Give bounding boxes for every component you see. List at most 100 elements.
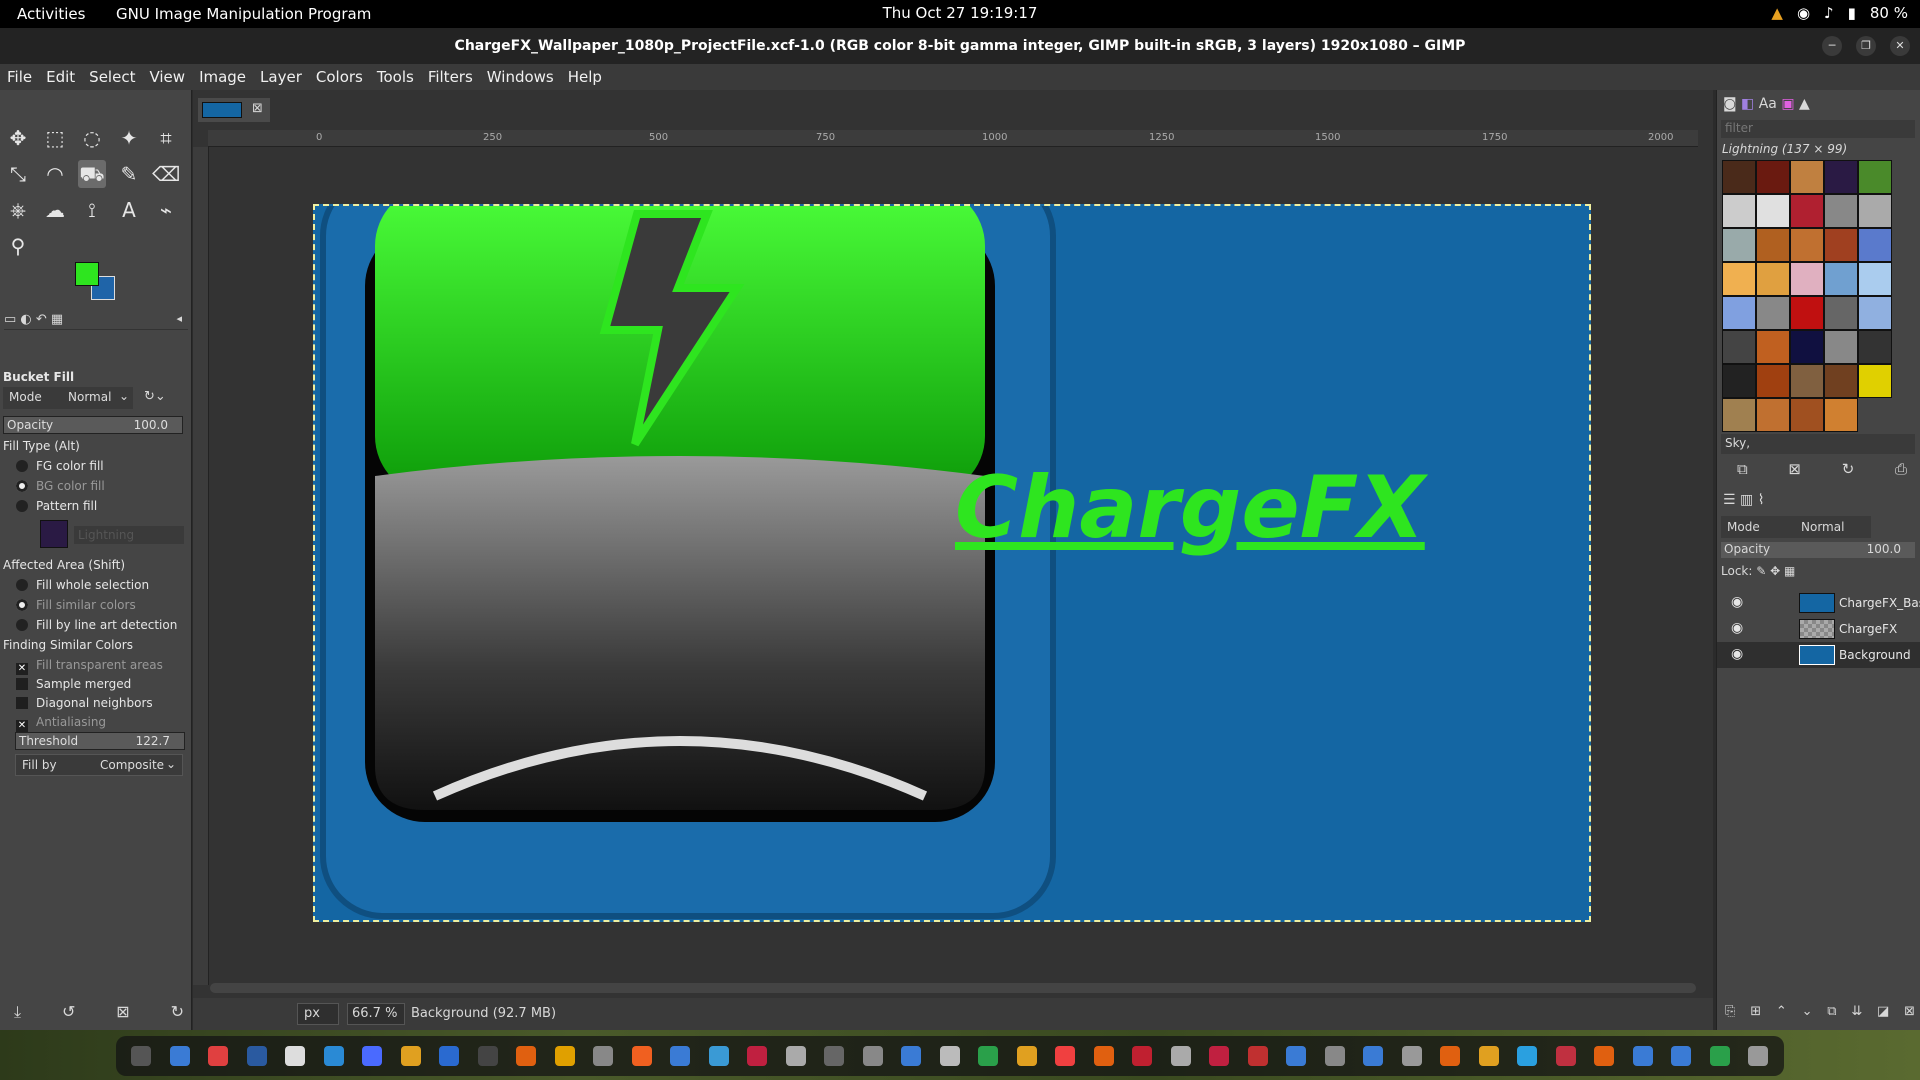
pattern-swatch[interactable] xyxy=(1790,296,1824,330)
warp-icon[interactable]: ◠ xyxy=(41,160,69,188)
dock-app-icon[interactable] xyxy=(1363,1046,1384,1066)
pattern-swatch[interactable] xyxy=(1756,194,1790,228)
pattern-swatch[interactable] xyxy=(1790,364,1824,398)
lasso-icon[interactable]: ◌ xyxy=(78,124,106,152)
delete-pattern-icon[interactable]: ⊠ xyxy=(1788,460,1801,478)
dock-app-icon[interactable] xyxy=(323,1046,344,1066)
pattern-tag-select[interactable]: Sky, xyxy=(1721,434,1915,454)
pattern-preview[interactable] xyxy=(40,520,68,548)
pattern-swatch[interactable] xyxy=(1722,330,1756,364)
dock-app-icon[interactable] xyxy=(1632,1046,1653,1066)
pattern-swatch[interactable] xyxy=(1722,398,1756,432)
move-icon[interactable]: ✥ xyxy=(4,124,32,152)
bg-color-fill-radio[interactable]: BG color fill xyxy=(16,479,105,493)
threshold-value[interactable]: 122.7 xyxy=(136,734,170,748)
zoom-icon[interactable]: ⚲ xyxy=(4,232,32,260)
dock-app-icon[interactable] xyxy=(1093,1046,1114,1066)
pattern-filter-input[interactable]: filter xyxy=(1721,120,1915,138)
channels-tab-icon[interactable]: ▥ xyxy=(1740,492,1753,508)
dock-app-icon[interactable] xyxy=(246,1046,267,1066)
mask-layer-icon[interactable]: ◪ xyxy=(1877,1004,1889,1019)
dock-app-icon[interactable] xyxy=(901,1046,922,1066)
pattern-swatch[interactable] xyxy=(1756,364,1790,398)
dock-app-icon[interactable] xyxy=(708,1046,729,1066)
pattern-swatch[interactable] xyxy=(1790,262,1824,296)
dock-app-icon[interactable] xyxy=(824,1046,845,1066)
dock-app-icon[interactable] xyxy=(1401,1046,1422,1066)
menu-layer[interactable]: Layer xyxy=(253,68,309,86)
eye-icon[interactable]: ◉ xyxy=(1731,594,1743,610)
diagonal-neighbors-checkbox[interactable]: Diagonal neighbors xyxy=(16,696,153,710)
refresh-pattern-icon[interactable]: ↻ xyxy=(1842,460,1855,478)
pattern-swatch[interactable] xyxy=(1858,228,1892,262)
fill-by-select[interactable]: Fill by Composite ⌄ xyxy=(15,754,183,776)
menu-select[interactable]: Select xyxy=(82,68,142,86)
fg-bg-colors[interactable] xyxy=(72,260,122,306)
dock-app-icon[interactable] xyxy=(785,1046,806,1066)
dock-app-icon[interactable] xyxy=(1324,1046,1345,1066)
close-tab-icon[interactable]: ⊠ xyxy=(252,101,263,116)
lock-position-icon[interactable]: ✥ xyxy=(1770,564,1780,578)
dock-app-icon[interactable] xyxy=(593,1046,614,1066)
pattern-swatch[interactable] xyxy=(1824,296,1858,330)
fill-whole-selection-radio[interactable]: Fill whole selection xyxy=(16,578,149,592)
pattern-grid[interactable] xyxy=(1722,160,1892,432)
pattern-swatch[interactable] xyxy=(1756,160,1790,194)
pattern-swatch[interactable] xyxy=(1756,398,1790,432)
pattern-swatch[interactable] xyxy=(1824,330,1858,364)
activities-button[interactable]: Activities xyxy=(17,5,85,23)
pattern-swatch[interactable] xyxy=(1756,262,1790,296)
dock-app-icon[interactable] xyxy=(1555,1046,1576,1066)
pattern-swatch[interactable] xyxy=(1790,160,1824,194)
close-icon[interactable]: ✕ xyxy=(1890,36,1910,56)
chevron-down-icon[interactable]: ⌄ xyxy=(119,389,129,403)
antialiasing-checkbox[interactable]: ✕ Antialiasing xyxy=(16,715,106,732)
new-layer-icon[interactable]: ⎘ xyxy=(1725,1004,1735,1019)
dock-app-icon[interactable] xyxy=(1132,1046,1153,1066)
color-picker-icon[interactable]: ⌁ xyxy=(152,196,180,224)
pattern-swatch[interactable] xyxy=(1858,194,1892,228)
pattern-swatch[interactable] xyxy=(1824,194,1858,228)
dock-app-icon[interactable] xyxy=(1517,1046,1538,1066)
dock-app-icon[interactable] xyxy=(631,1046,652,1066)
sample-merged-checkbox[interactable]: Sample merged xyxy=(16,677,131,691)
dock-app-icon[interactable] xyxy=(1286,1046,1307,1066)
reset-options-icon[interactable]: ↻ xyxy=(171,1002,184,1022)
transform-icon[interactable]: ⤡ xyxy=(4,160,32,188)
image-thumbnail[interactable] xyxy=(202,102,242,118)
pattern-swatch[interactable] xyxy=(1756,330,1790,364)
pattern-swatch[interactable] xyxy=(1858,262,1892,296)
dock-app-icon[interactable] xyxy=(1247,1046,1268,1066)
foreground-color[interactable] xyxy=(75,262,99,286)
pattern-swatch[interactable] xyxy=(1824,398,1858,432)
dock-app-icon[interactable] xyxy=(131,1046,152,1066)
dock-app-icon[interactable] xyxy=(400,1046,421,1066)
dock-app-icon[interactable] xyxy=(1016,1046,1037,1066)
pattern-swatch[interactable] xyxy=(1722,160,1756,194)
fill-transparent-checkbox[interactable]: ✕ Fill transparent areas xyxy=(16,658,163,675)
layer-opacity-slider[interactable]: Opacity 100.0 xyxy=(1721,542,1915,558)
dock-app-icon[interactable] xyxy=(670,1046,691,1066)
system-tray[interactable]: ▲ ◉ ♪ ▮ 80 % xyxy=(1771,4,1908,22)
delete-options-icon[interactable]: ⊠ xyxy=(116,1002,129,1022)
horizontal-scrollbar[interactable] xyxy=(210,983,1696,993)
menu-file[interactable]: File xyxy=(0,68,39,86)
layer-row[interactable]: ◉ ChargeFX_Bas xyxy=(1717,590,1920,616)
pattern-swatch[interactable] xyxy=(1858,364,1892,398)
restore-options-icon[interactable]: ↺ xyxy=(62,1002,75,1022)
pattern-swatch[interactable] xyxy=(1858,330,1892,364)
unit-select[interactable]: px xyxy=(297,1003,339,1025)
pattern-swatch[interactable] xyxy=(1824,160,1858,194)
image-tab[interactable]: ⊠ xyxy=(198,98,270,122)
layer-mode-select[interactable]: Mode Normal xyxy=(1721,516,1871,538)
opacity-value[interactable]: 100.0 xyxy=(134,418,168,432)
pattern-swatch[interactable] xyxy=(1722,262,1756,296)
text-icon[interactable]: A xyxy=(115,196,143,224)
image-canvas[interactable]: ChargeFX xyxy=(313,204,1591,922)
menu-edit[interactable]: Edit xyxy=(39,68,82,86)
pattern-swatch[interactable] xyxy=(1722,228,1756,262)
dock-app-icon[interactable] xyxy=(285,1046,306,1066)
paths-icon[interactable]: ⟟ xyxy=(78,196,106,224)
lock-pixels-icon[interactable]: ✎ xyxy=(1756,564,1766,578)
fuzzy-select-icon[interactable]: ✦ xyxy=(115,124,143,152)
